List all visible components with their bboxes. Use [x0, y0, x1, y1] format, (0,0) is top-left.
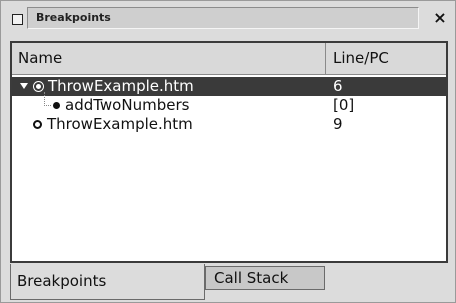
title-bar: Breakpoints ×: [5, 5, 452, 33]
title-checkbox[interactable]: [12, 14, 23, 25]
close-button[interactable]: ×: [431, 8, 449, 28]
breakpoints-list[interactable]: Name Line/PC ThrowExample.htm 6 addTwoNu…: [10, 41, 448, 263]
table-row[interactable]: ThrowExample.htm 6: [12, 77, 446, 96]
tree-connector: [44, 92, 51, 106]
tab-call-stack[interactable]: Call Stack: [205, 266, 325, 290]
breakpoints-window: Breakpoints × Name Line/PC ThrowExample.…: [0, 0, 456, 303]
row-name: addTwoNumbers: [65, 96, 190, 114]
table-row[interactable]: ThrowExample.htm 9: [12, 115, 446, 134]
row-name: ThrowExample.htm: [47, 115, 193, 133]
breakpoint-dot-icon: [53, 102, 60, 109]
row-name: ThrowExample.htm: [48, 77, 194, 95]
table-row[interactable]: addTwoNumbers [0]: [12, 92, 446, 115]
list-header: Name Line/PC: [12, 43, 446, 75]
column-header-name[interactable]: Name: [12, 43, 326, 74]
window-title: Breakpoints: [36, 11, 111, 24]
row-line: 9: [333, 115, 343, 133]
breakpoint-icon: [34, 82, 43, 91]
tab-bar: Breakpoints Call Stack: [10, 264, 448, 300]
column-header-line-pc[interactable]: Line/PC: [326, 43, 446, 74]
breakpoint-icon: [33, 120, 42, 129]
row-line: 6: [333, 77, 343, 95]
expand-arrow-icon[interactable]: [20, 83, 28, 89]
title-field: Breakpoints: [27, 7, 419, 29]
tab-breakpoints[interactable]: Breakpoints: [10, 264, 205, 300]
row-line: [0]: [333, 96, 355, 114]
